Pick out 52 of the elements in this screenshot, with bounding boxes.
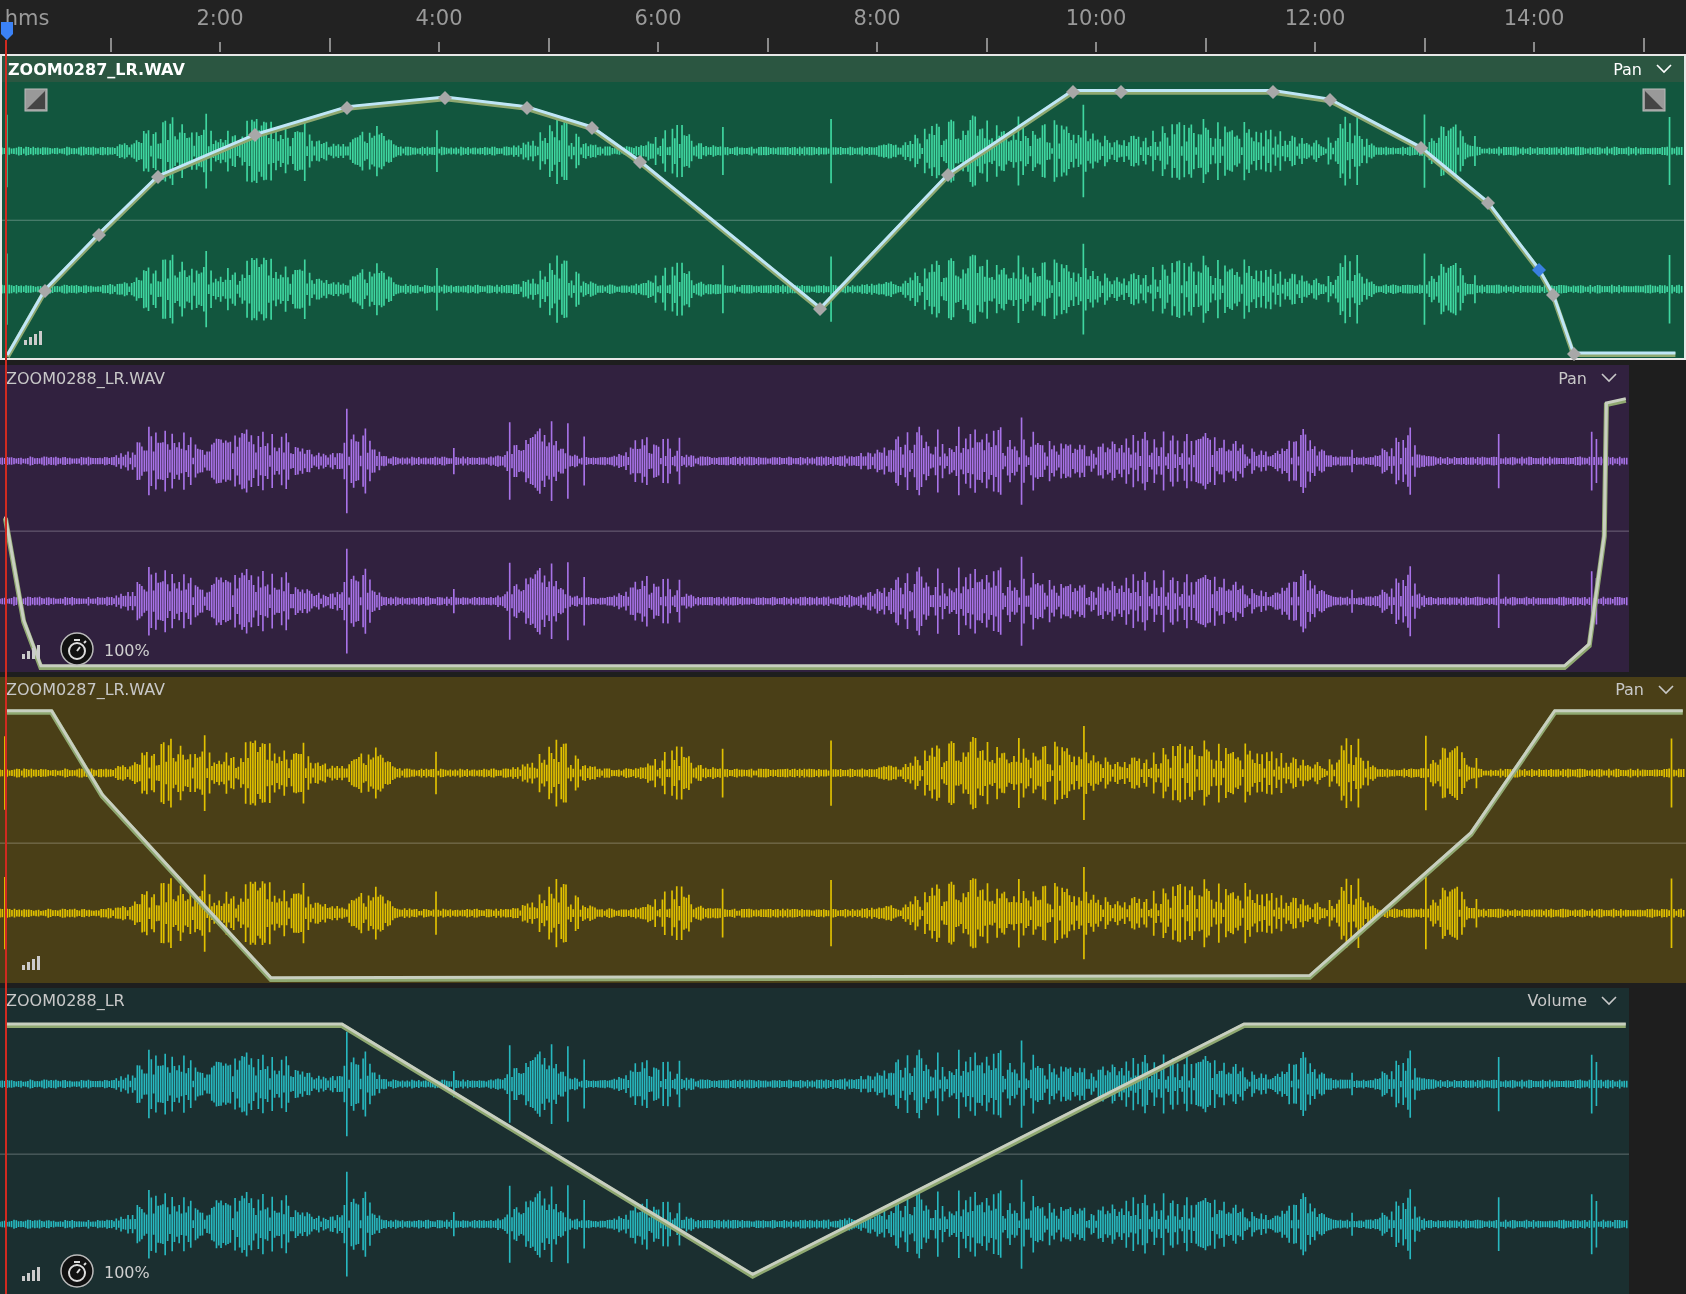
keyframe-icon[interactable] bbox=[1532, 262, 1547, 277]
level-bars-icon bbox=[24, 330, 42, 345]
clip-name: ZOOM0288_LR bbox=[6, 991, 125, 1011]
ruler-label: 6:00 bbox=[634, 6, 682, 30]
audio-clip[interactable]: ZOOM0288_LR.WAV Pan 100% bbox=[0, 365, 1629, 672]
clip-name: ZOOM0287_LR.WAV bbox=[8, 59, 185, 79]
ruler-label: 4:00 bbox=[415, 6, 463, 30]
stopwatch-icon[interactable] bbox=[60, 1254, 94, 1288]
ruler-label: 10:00 bbox=[1065, 6, 1127, 30]
ruler-label: 8:00 bbox=[853, 6, 901, 30]
parameter-dropdown[interactable]: Volume bbox=[1523, 991, 1621, 1011]
speed-percentage: 100% bbox=[104, 1263, 150, 1282]
audio-clip[interactable]: ZOOM0287_LR.WAV Pan bbox=[0, 676, 1686, 983]
keyframe-icon[interactable] bbox=[340, 99, 355, 114]
stopwatch-icon[interactable] bbox=[60, 631, 94, 666]
keyframe-icon[interactable] bbox=[1566, 345, 1581, 360]
clip-name: ZOOM0287_LR.WAV bbox=[6, 680, 166, 699]
clip-name: ZOOM0288_LR.WAV bbox=[6, 368, 166, 388]
fade-in-icon[interactable] bbox=[24, 88, 48, 112]
audio-clip[interactable]: ZOOM0287_LR.WAV Pan bbox=[0, 54, 1686, 361]
keyframe-icon[interactable] bbox=[150, 169, 165, 184]
keyframe-icon[interactable] bbox=[519, 99, 534, 114]
time-ruler[interactable]: hms 2:00 4:00 6:00 8:00 10:00 12:00 14:00 bbox=[0, 0, 1686, 54]
parameter-dropdown[interactable]: Pan bbox=[1554, 368, 1621, 388]
keyframe-icon[interactable] bbox=[941, 167, 956, 182]
parameter-dropdown[interactable]: Pan bbox=[1611, 680, 1678, 699]
speed-percentage: 100% bbox=[104, 640, 150, 660]
chevron-icon bbox=[1601, 995, 1617, 1006]
keyframe-icon[interactable] bbox=[438, 90, 452, 104]
ruler-unit: hms bbox=[4, 6, 50, 30]
chevron-icon bbox=[1658, 684, 1674, 695]
keyframe-icon[interactable] bbox=[585, 119, 599, 134]
keyframe-icon[interactable] bbox=[1480, 194, 1495, 209]
keyframe-icon[interactable] bbox=[91, 227, 106, 242]
parameter-dropdown[interactable]: Pan bbox=[1609, 59, 1676, 79]
ruler-label: 12:00 bbox=[1284, 6, 1346, 30]
chevron-icon bbox=[1656, 64, 1672, 74]
level-bars-icon bbox=[22, 954, 40, 969]
keyframe-icon[interactable] bbox=[1323, 92, 1337, 107]
chevron-icon bbox=[1601, 373, 1617, 384]
keyframe-icon[interactable] bbox=[633, 154, 648, 169]
fade-out-icon[interactable] bbox=[1642, 88, 1666, 112]
keyframe-icon[interactable] bbox=[813, 300, 828, 315]
level-bars-icon bbox=[22, 643, 40, 658]
keyframe-icon[interactable] bbox=[248, 127, 263, 142]
audio-clip[interactable]: ZOOM0288_LR Volume 100% bbox=[0, 987, 1629, 1294]
level-bars-icon bbox=[22, 1266, 40, 1280]
ruler-label: 14:00 bbox=[1503, 6, 1565, 30]
keyframe-icon[interactable] bbox=[1546, 287, 1561, 301]
ruler-label: 2:00 bbox=[196, 6, 244, 30]
keyframe-icon[interactable] bbox=[37, 282, 52, 297]
keyframe-icon[interactable] bbox=[1414, 140, 1429, 155]
